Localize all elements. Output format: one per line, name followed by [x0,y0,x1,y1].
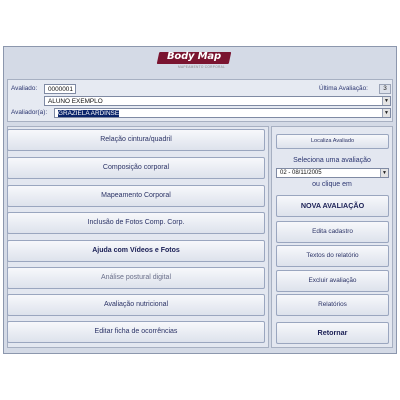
body-map-logo: Body Map MAPEAMENTO CORPORAL [156,51,236,72]
avaliado-label: Avaliado: [11,85,38,92]
inclusao-fotos-button[interactable]: Inclusão de Fotos Comp. Corp. [7,212,265,234]
analise-postural-button[interactable]: Análise postural digital [7,267,265,289]
avaliado-name-value: ALUNO EXEMPLO [48,98,103,105]
mapeamento-corporal-button[interactable]: Mapeamento Corporal [7,185,265,207]
textos-relatorio-button[interactable]: Textos do relatório [276,245,389,267]
logo-brand-text: Body Map [167,51,221,62]
selected-evaluation-value: 02 - 08/11/2005 [280,170,322,176]
logo-tagline: MAPEAMENTO CORPORAL [178,65,226,69]
ajuda-videos-fotos-button[interactable]: Ajuda com Vídeos e Fotos [7,240,265,262]
avaliado-name-combo[interactable]: ALUNO EXEMPLO ▼ [44,96,391,106]
editar-ficha-ocorrencias-button[interactable]: Editar ficha de ocorrências [7,321,265,343]
avaliadora-label: Avaliador(a): [11,109,48,116]
avaliadora-combo[interactable]: GRAZIELA ARDINSE ▼ [54,108,391,118]
chevron-down-icon[interactable]: ▼ [380,169,388,177]
evaluation-select[interactable]: 02 - 08/11/2005 ▼ [276,168,389,178]
localiza-avaliado-button[interactable]: Localiza Avaliado [276,134,389,149]
relatorios-button[interactable]: Relatórios [276,294,389,316]
avaliadora-name-value: GRAZIELA ARDINSE [58,110,120,117]
ultima-avaliacao-count: 3 [379,84,391,94]
composicao-corporal-button[interactable]: Composição corporal [7,157,265,179]
avaliacao-nutricional-button[interactable]: Avaliação nutricional [7,294,265,316]
retornar-button[interactable]: Retornar [276,322,389,344]
relacao-cintura-quadril-button[interactable]: Relação cintura/quadril [7,129,265,151]
excluir-avaliacao-button[interactable]: Excluir avaliação [276,270,389,292]
chevron-down-icon[interactable]: ▼ [382,109,390,117]
ultima-avaliacao-label: Última Avaliação: [319,85,368,92]
avaliado-code-field[interactable]: 0000001 [44,84,76,94]
nova-avaliacao-button[interactable]: NOVA AVALIAÇÃO [276,195,389,217]
or-click-text: ou clique em [312,181,352,188]
edita-cadastro-button[interactable]: Edita cadastro [276,221,389,243]
select-evaluation-prompt: Seleciona uma avaliação [293,157,371,164]
chevron-down-icon[interactable]: ▼ [382,97,390,105]
